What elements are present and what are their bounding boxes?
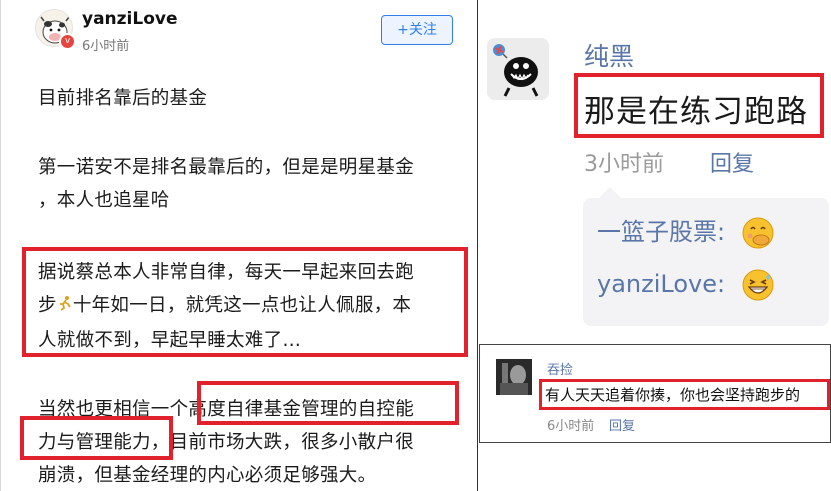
paragraph-line: 步 十年如一日，就凭这一点也让人佩服，本 [38, 289, 458, 324]
commenter-avatar[interactable] [487, 38, 549, 100]
follow-button[interactable]: +关注 [381, 15, 453, 45]
reply-item[interactable]: yanziLove: [597, 268, 775, 302]
paragraph-line: 据说蔡总本人非常自律，每天一早起来回去跑 [38, 262, 415, 283]
reply-button[interactable]: 回复 [710, 146, 754, 178]
grinning-sweat-face-icon [741, 268, 775, 302]
paragraph-line: 崩溃，但基金经理的内心必须足够强大。 [38, 465, 377, 486]
author-avatar[interactable]: v [35, 9, 76, 50]
post-paragraph-3: 据说蔡总本人非常自律，每天一早起来回去跑 步 十年如一日，就凭这一点也让人佩服，… [38, 256, 458, 357]
paragraph-line: 力与管理能力，目前市场大跌，很多小散户很 [38, 432, 415, 453]
face-with-hand-over-mouth-icon [741, 216, 775, 250]
post-paragraph-2: 第一诺安不是排名最靠后的，但是是明星基金 ，本人也追星哈 [38, 151, 458, 217]
cartoon-avatar-icon [487, 38, 549, 100]
paragraph-line: 当然也更相信一个高度自律基金管理的自控能 [38, 399, 415, 420]
reply-thread: 一篮子股票: yanziLove: [583, 187, 829, 326]
reply-item[interactable]: 一篮子股票: [597, 212, 775, 250]
paragraph-text: 十年如一日，就凭这一点也让人佩服，本 [72, 295, 412, 316]
photo-avatar-icon [496, 359, 532, 395]
highlight-box-small-comment [539, 379, 830, 410]
comment-panel: 纯黑 那是在练习跑路 3小时前 回复 一篮子股票: yanziLove: [479, 0, 831, 344]
paragraph-line: 人就做不到，早起早睡太难了… [38, 330, 302, 351]
comment-timestamp: 3小时前 [584, 152, 664, 177]
paragraph-line: ，本人也追星哈 [38, 190, 170, 211]
post-panel: v yanziLove 6小时前 +关注 目前排名靠后的基金 第一诺安不是排名最… [0, 0, 478, 491]
verified-badge: v [59, 33, 76, 50]
paragraph-text: 步 [38, 295, 57, 316]
post-paragraph-4: 当然也更相信一个高度自律基金管理的自控能 力与管理能力，目前市场大跌，很多小散户… [38, 393, 458, 491]
small-commenter-avatar[interactable] [496, 359, 532, 395]
paragraph-line: 第一诺安不是排名最靠后的，但是是明星基金 [38, 157, 415, 178]
author-name[interactable]: yanziLove [82, 9, 178, 29]
commenter-name[interactable]: 纯黑 [584, 37, 634, 73]
small-commenter-name[interactable]: 吞捡 [547, 359, 573, 378]
paragraph-text: 目前排名靠后的基金 [38, 88, 208, 109]
reply-author: yanziLove: [597, 270, 726, 298]
running-person-icon [57, 291, 73, 324]
reply-author: 一篮子股票: [597, 218, 726, 246]
highlight-box-comment [574, 73, 824, 138]
post-paragraph-1: 目前排名靠后的基金 [38, 82, 458, 115]
small-comment-timestamp: 6小时前 [547, 419, 595, 434]
post-timestamp: 6小时前 [82, 39, 130, 54]
small-reply-button[interactable]: 回复 [609, 415, 635, 434]
